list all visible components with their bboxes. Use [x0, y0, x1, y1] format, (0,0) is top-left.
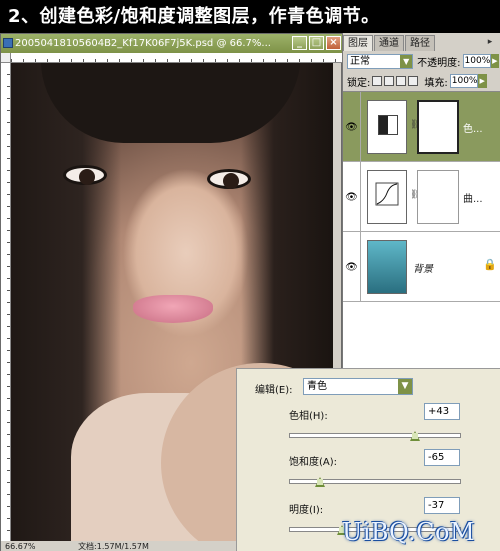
tab-layers[interactable]: 图层: [343, 35, 373, 51]
tab-paths[interactable]: 路径: [405, 35, 435, 51]
fill-label: 填充:: [424, 77, 448, 89]
layer-curves[interactable]: 👁 ⛓ 曲...: [343, 162, 500, 232]
visibility-eye-icon[interactable]: 👁: [343, 232, 361, 302]
eye-right: [207, 169, 251, 189]
panel-menu-icon[interactable]: ▸: [483, 36, 497, 49]
ruler-corner[interactable]: [1, 53, 11, 63]
lightness-input[interactable]: -37: [424, 497, 460, 514]
layer-name: 曲...: [463, 194, 483, 205]
lock-transparency-icon[interactable]: [372, 76, 383, 86]
opacity-arrow-icon[interactable]: ▶: [490, 54, 499, 68]
hue-slider-knob[interactable]: [410, 431, 420, 441]
lips: [133, 295, 213, 323]
visibility-eye-icon[interactable]: 👁: [343, 92, 361, 162]
screenshot-root: 2、创建色彩/饱和度调整图层，作青色调节。 20050418105604B2_K…: [0, 0, 500, 551]
hue-input[interactable]: +43: [424, 403, 460, 420]
document-title: 20050418105604B2_Kf17K06F7j5K.psd @ 66.7…: [15, 38, 271, 49]
opacity-field[interactable]: 100%: [462, 54, 491, 68]
saturation-label: 饱和度(A):: [289, 457, 338, 468]
eye-left: [63, 165, 107, 185]
lock-label: 锁定:: [347, 77, 371, 89]
opacity-label: 不透明度:: [417, 57, 461, 69]
hue-saturation-adjustment-icon: [367, 100, 407, 154]
background-thumb: [367, 240, 407, 294]
doc-size: 文档:1.57M/1.57M: [78, 542, 149, 551]
adjustment-thumb-icon: [378, 115, 398, 135]
blend-mode-select[interactable]: 正常 ▼: [347, 53, 414, 69]
edit-select-value: 青色: [307, 381, 327, 392]
layer-mask-thumb[interactable]: [417, 170, 459, 224]
hue-label: 色相(H):: [289, 411, 328, 422]
tab-channels[interactable]: 通道: [374, 35, 404, 51]
fill-field[interactable]: 100%: [449, 74, 478, 88]
chevron-down-icon: ▼: [398, 379, 412, 394]
link-icon[interactable]: ⛓: [410, 120, 421, 132]
watermark: UiBQ.CoM: [342, 518, 476, 546]
layer-name: 色...: [463, 124, 483, 135]
lock-icon: 🔒: [483, 258, 497, 271]
close-button[interactable]: ×: [326, 36, 341, 50]
zoom-level[interactable]: 66.67%: [5, 542, 36, 551]
lightness-label: 明度(I):: [289, 505, 324, 516]
minimize-button[interactable]: _: [292, 36, 307, 50]
fill-arrow-icon[interactable]: ▶: [477, 74, 487, 88]
layer-mask-thumb[interactable]: [417, 100, 459, 154]
saturation-slider-knob[interactable]: [315, 477, 325, 487]
layer-list: 👁 ⛓ 色... 👁 ⛓ 曲... 👁 背景 🔒: [343, 91, 500, 368]
layer-hue-saturation[interactable]: 👁 ⛓ 色...: [343, 92, 500, 162]
document-titlebar[interactable]: 20050418105604B2_Kf17K06F7j5K.psd @ 66.7…: [1, 34, 343, 53]
blend-mode-value: 正常: [350, 55, 370, 67]
layer-background[interactable]: 👁 背景 🔒: [343, 232, 500, 302]
layers-panel: 图层 通道 路径 ▸ 正常 ▼ 不透明度: 100% ▶ 锁定: 填充: 100…: [342, 33, 500, 368]
lock-brush-icon[interactable]: [384, 76, 395, 86]
hue-slider[interactable]: [289, 433, 461, 438]
window-controls: _ □ ×: [292, 36, 341, 50]
lock-row: 锁定: 填充: 100% ▶: [347, 73, 499, 89]
link-icon[interactable]: ⛓: [410, 190, 421, 202]
lock-all-icon[interactable]: [408, 76, 419, 86]
lock-move-icon[interactable]: [396, 76, 407, 86]
blend-row: 正常 ▼ 不透明度: 100% ▶: [347, 53, 499, 69]
edit-label: 编辑(E):: [255, 385, 293, 396]
curves-thumb-icon: [375, 182, 399, 206]
panel-tabs: 图层 通道 路径: [343, 35, 436, 51]
edit-select[interactable]: 青色 ▼: [303, 378, 413, 395]
visibility-eye-icon[interactable]: 👁: [343, 162, 361, 232]
ruler-vertical[interactable]: [1, 63, 11, 541]
photoshop-doc-icon: [3, 38, 13, 48]
maximize-button[interactable]: □: [309, 36, 324, 50]
saturation-input[interactable]: -65: [424, 449, 460, 466]
step-title: 2、创建色彩/饱和度调整图层，作青色调节。: [0, 0, 500, 33]
chevron-down-icon: ▼: [400, 54, 413, 68]
layer-name: 背景: [413, 264, 433, 275]
curves-adjustment-icon: [367, 170, 407, 224]
ruler-horizontal[interactable]: [11, 53, 343, 63]
